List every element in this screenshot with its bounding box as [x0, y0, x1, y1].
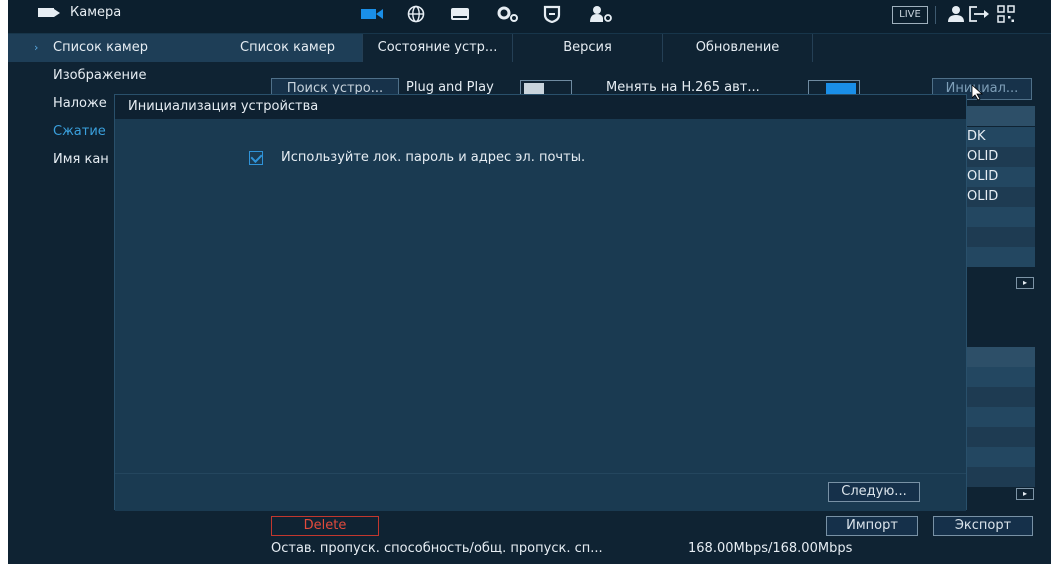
table-row: [963, 467, 1035, 487]
table-row: [963, 347, 1035, 367]
dialog-title: Инициализация устройства: [115, 95, 966, 119]
table-row: [963, 427, 1035, 447]
dialog-footer: Следую...: [115, 473, 966, 511]
sidebar-item-label: Изображение: [53, 68, 147, 83]
scroll-right-arrow[interactable]: ▸: [1016, 277, 1034, 289]
qr-icon[interactable]: [994, 4, 1018, 24]
top-bar: Камера LIVE: [8, 0, 1051, 34]
next-button[interactable]: Следую...: [828, 482, 920, 502]
use-local-password-label: Используйте лок. пароль и адрес эл. почт…: [281, 150, 586, 165]
camera-icon: [38, 8, 60, 17]
mouse-cursor-icon: [972, 85, 984, 101]
table-cell: OLID: [963, 167, 1035, 187]
shield-icon[interactable]: [540, 4, 564, 24]
sidebar-item-camera-list[interactable]: › Список камер: [8, 34, 213, 62]
dialog-body: Используйте лок. пароль и адрес эл. почт…: [115, 119, 966, 474]
top-divider: [935, 6, 936, 24]
network-icon[interactable]: [404, 4, 428, 24]
user-icon[interactable]: [944, 4, 968, 24]
app-title: Камера: [38, 5, 121, 20]
sidebar-item-label: Список камер: [53, 40, 148, 55]
table-row: [963, 407, 1035, 427]
tab-update[interactable]: Обновление: [663, 34, 813, 62]
initialize-device-dialog: Инициализация устройства Используйте лок…: [114, 94, 967, 511]
live-button[interactable]: LIVE: [892, 6, 928, 24]
table-row: [963, 106, 1035, 126]
table-cell: DK: [963, 127, 1035, 147]
scroll-right-arrow[interactable]: ▸: [1016, 488, 1034, 500]
sidebar-item-image[interactable]: Изображение: [8, 62, 213, 90]
logout-icon[interactable]: [968, 4, 992, 24]
table-row: [963, 207, 1035, 227]
bandwidth-label: Остав. пропуск. способность/общ. пропуск…: [271, 541, 603, 556]
plug-and-play-label: Plug and Play: [406, 80, 494, 95]
account-settings-icon[interactable]: [590, 4, 614, 24]
sidebar-item-label: Имя кан: [53, 152, 109, 167]
table-cell: OLID: [963, 147, 1035, 167]
table-row: [963, 367, 1035, 387]
nvr-screen: Камера LIVE › Список камер Изображение Н…: [8, 0, 1051, 564]
sidebar-item-label: Наложе: [53, 96, 107, 111]
camera-icon[interactable]: [360, 4, 384, 24]
table-row: [963, 247, 1035, 267]
table-row: [963, 387, 1035, 407]
table-cell: OLID: [963, 187, 1035, 207]
tab-device-status[interactable]: Состояние устр...: [363, 34, 513, 62]
table-row: [963, 447, 1035, 467]
settings-icon[interactable]: [496, 4, 520, 24]
delete-button[interactable]: Delete: [271, 516, 379, 536]
chevron-right-icon: ›: [34, 41, 39, 54]
tab-bar: Список камер Состояние устр... Версия Об…: [213, 34, 1051, 62]
tab-camera-list[interactable]: Список камер: [213, 34, 363, 62]
tab-version[interactable]: Версия: [513, 34, 663, 62]
storage-icon[interactable]: [448, 4, 472, 24]
sidebar-item-label: Сжатие: [53, 124, 106, 139]
bandwidth-value: 168.00Mbps/168.00Mbps: [688, 541, 853, 556]
export-button[interactable]: Экспорт: [933, 516, 1033, 536]
import-button[interactable]: Импорт: [826, 516, 918, 536]
h265-label: Менять на H.265 авт...: [606, 80, 760, 95]
app-title-text: Камера: [70, 5, 122, 20]
table-row: [963, 227, 1035, 247]
use-local-password-checkbox[interactable]: [249, 151, 263, 165]
